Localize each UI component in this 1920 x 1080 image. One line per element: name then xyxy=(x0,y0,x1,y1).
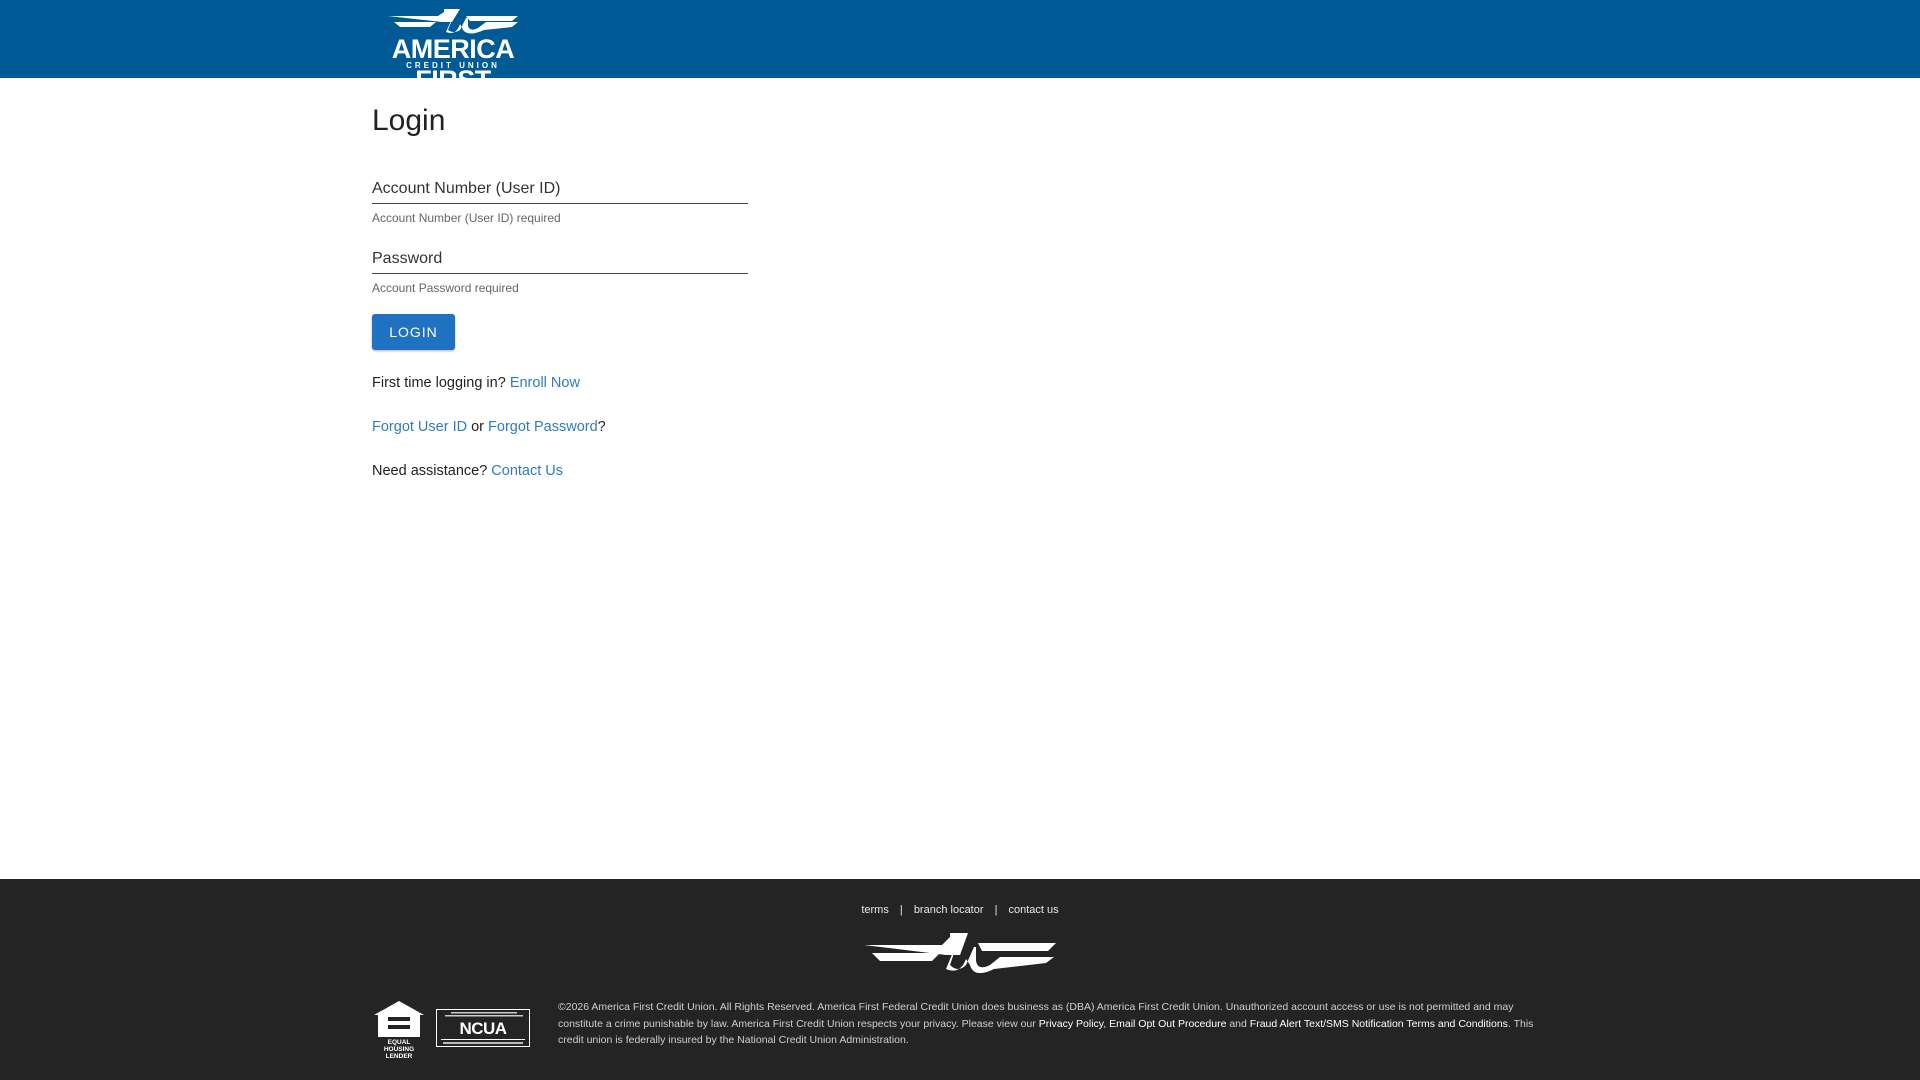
account-number-input[interactable] xyxy=(372,180,748,204)
fraud-alert-terms-link[interactable]: Fraud Alert Text/SMS Notification Terms … xyxy=(1250,1018,1508,1030)
contact-us-link[interactable]: Contact Us xyxy=(491,463,563,479)
footer-separator: | xyxy=(899,904,903,916)
enroll-line: First time logging in? Enroll Now xyxy=(372,375,580,391)
assistance-line: Need assistance? Contact Us xyxy=(372,463,563,479)
password-field: Account Password required xyxy=(372,250,748,295)
ncua-fine-print xyxy=(445,1012,523,1017)
ncua-footer-line xyxy=(443,1042,523,1044)
forgot-password-link[interactable]: Forgot Password xyxy=(488,419,598,435)
forgot-suffix: ? xyxy=(597,419,606,435)
ncua-logo: NCUA xyxy=(436,1009,530,1047)
login-panel: Login Account Number (User ID) required … xyxy=(372,104,772,479)
america-first-logo[interactable]: AMERICA FIRST CREDIT UNION xyxy=(360,8,546,95)
forgot-line: Forgot User ID or Forgot Password? xyxy=(372,419,606,435)
ncua-text: NCUA xyxy=(459,1019,507,1038)
equal-housing-text: EQUAL HOUSING LENDER xyxy=(383,1039,415,1060)
password-input[interactable] xyxy=(372,250,748,274)
footer-link-terms[interactable]: terms xyxy=(861,904,889,916)
privacy-policy-link[interactable]: Privacy Policy xyxy=(1039,1018,1104,1030)
forgot-or-text: or xyxy=(467,419,489,435)
top-header: AMERICA FIRST CREDIT UNION xyxy=(0,0,1920,95)
house-icon xyxy=(374,1001,424,1037)
assistance-prefix: Need assistance? xyxy=(372,463,492,479)
footer-link-contact-us[interactable]: contact us xyxy=(1009,904,1059,916)
legal-disclaimer: ©2026 America First Credit Union. All Ri… xyxy=(558,999,1538,1049)
page-title: Login xyxy=(372,104,446,137)
eagle-emblem-icon xyxy=(388,9,518,34)
enroll-now-link[interactable]: Enroll Now xyxy=(510,375,580,391)
footer-links: terms | branch locator | contact us xyxy=(0,904,1920,916)
eagle-emblem-icon xyxy=(864,933,1056,974)
login-button[interactable]: LOGIN xyxy=(372,314,455,350)
footer-link-branch-locator[interactable]: branch locator xyxy=(914,904,984,916)
account-number-field: Account Number (User ID) required xyxy=(372,180,748,225)
enroll-prefix: First time logging in? xyxy=(372,375,510,391)
account-number-hint: Account Number (User ID) required xyxy=(372,211,561,225)
ncua-divider xyxy=(441,1039,525,1040)
email-opt-out-link[interactable]: Email Opt Out Procedure xyxy=(1109,1018,1226,1030)
password-hint: Account Password required xyxy=(372,281,519,295)
page-footer: terms | branch locator | contact us EQUA… xyxy=(0,879,1920,1080)
legal-and: and xyxy=(1226,1017,1250,1030)
equal-housing-lender-logo: EQUAL HOUSING LENDER xyxy=(372,999,426,1060)
forgot-user-id-link[interactable]: Forgot User ID xyxy=(372,419,467,435)
logo-subtitle: CREDIT UNION xyxy=(406,61,500,70)
footer-separator: | xyxy=(994,904,998,916)
